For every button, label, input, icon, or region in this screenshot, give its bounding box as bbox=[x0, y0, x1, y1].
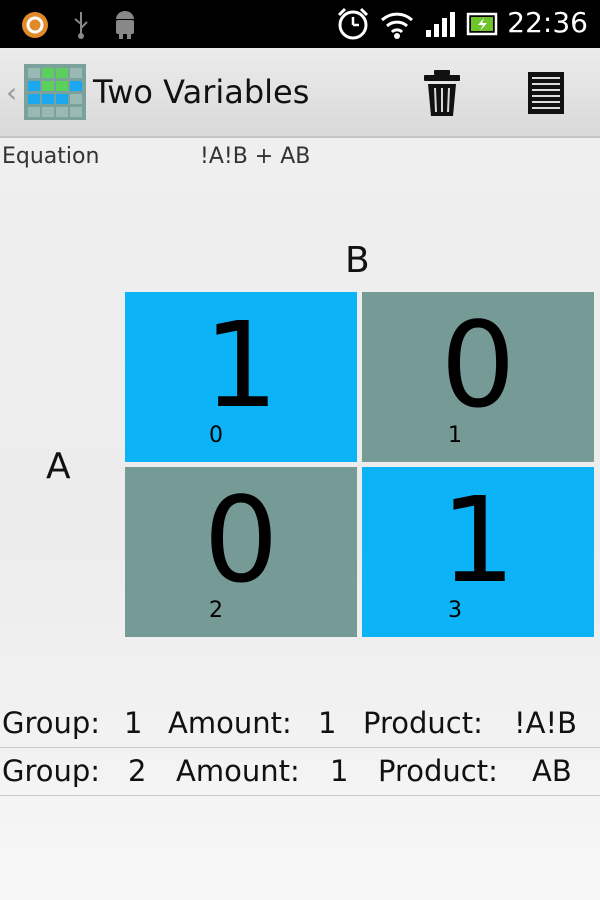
product-label: Product: bbox=[378, 754, 498, 788]
group-row: Group: 1 Amount: 1 Product: !A!B bbox=[0, 700, 600, 748]
row-variable-label: A bbox=[46, 446, 71, 487]
status-time: 22:36 bbox=[507, 6, 588, 39]
trash-icon[interactable] bbox=[420, 68, 464, 118]
notification-circle-icon bbox=[22, 12, 48, 38]
group-number: 1 bbox=[124, 706, 143, 740]
kmap-cell-value: 1 bbox=[203, 296, 279, 434]
status-bar: 22:36 bbox=[0, 0, 600, 48]
product-value: !A!B bbox=[514, 706, 577, 740]
wifi-icon bbox=[380, 12, 414, 39]
equation-label: Equation bbox=[2, 144, 100, 169]
group-number: 2 bbox=[128, 754, 147, 788]
kmap-cell-3[interactable]: 1 3 bbox=[362, 467, 594, 637]
kmap-cell-1[interactable]: 0 1 bbox=[362, 292, 594, 462]
kmap-cell-0[interactable]: 1 0 bbox=[125, 292, 357, 462]
signal-icon bbox=[426, 12, 455, 37]
equation-value: !A!B + AB bbox=[200, 144, 311, 169]
column-variable-label: B bbox=[345, 240, 370, 281]
up-navigation-icon[interactable]: ‹ bbox=[6, 76, 17, 109]
kmap-cell-index: 3 bbox=[448, 598, 462, 623]
amount-label: Amount: bbox=[168, 706, 292, 740]
kmap-cell-index: 0 bbox=[209, 423, 223, 448]
kmap-cell-value: 0 bbox=[440, 296, 516, 434]
amount-label: Amount: bbox=[176, 754, 300, 788]
kmap-cell-index: 2 bbox=[209, 598, 223, 623]
battery-icon bbox=[466, 12, 498, 36]
android-debug-icon bbox=[116, 11, 134, 39]
kmap-cell-2[interactable]: 0 2 bbox=[125, 467, 357, 637]
usb-icon bbox=[74, 12, 88, 39]
app-logo-icon[interactable] bbox=[24, 64, 86, 120]
product-label: Product: bbox=[363, 706, 483, 740]
kmap-cell-value: 1 bbox=[440, 471, 516, 609]
group-row: Group: 2 Amount: 1 Product: AB bbox=[0, 748, 600, 796]
kmap-cell-index: 1 bbox=[448, 423, 462, 448]
product-value: AB bbox=[532, 754, 572, 788]
list-icon[interactable] bbox=[524, 68, 572, 118]
group-label: Group: bbox=[2, 706, 101, 740]
amount-value: 1 bbox=[330, 754, 349, 788]
action-bar: ‹ Two Variables bbox=[0, 48, 600, 138]
group-label: Group: bbox=[2, 754, 101, 788]
kmap-cell-value: 0 bbox=[203, 471, 279, 609]
amount-value: 1 bbox=[318, 706, 337, 740]
alarm-clock-icon bbox=[337, 7, 369, 40]
app-title: Two Variables bbox=[93, 73, 310, 111]
